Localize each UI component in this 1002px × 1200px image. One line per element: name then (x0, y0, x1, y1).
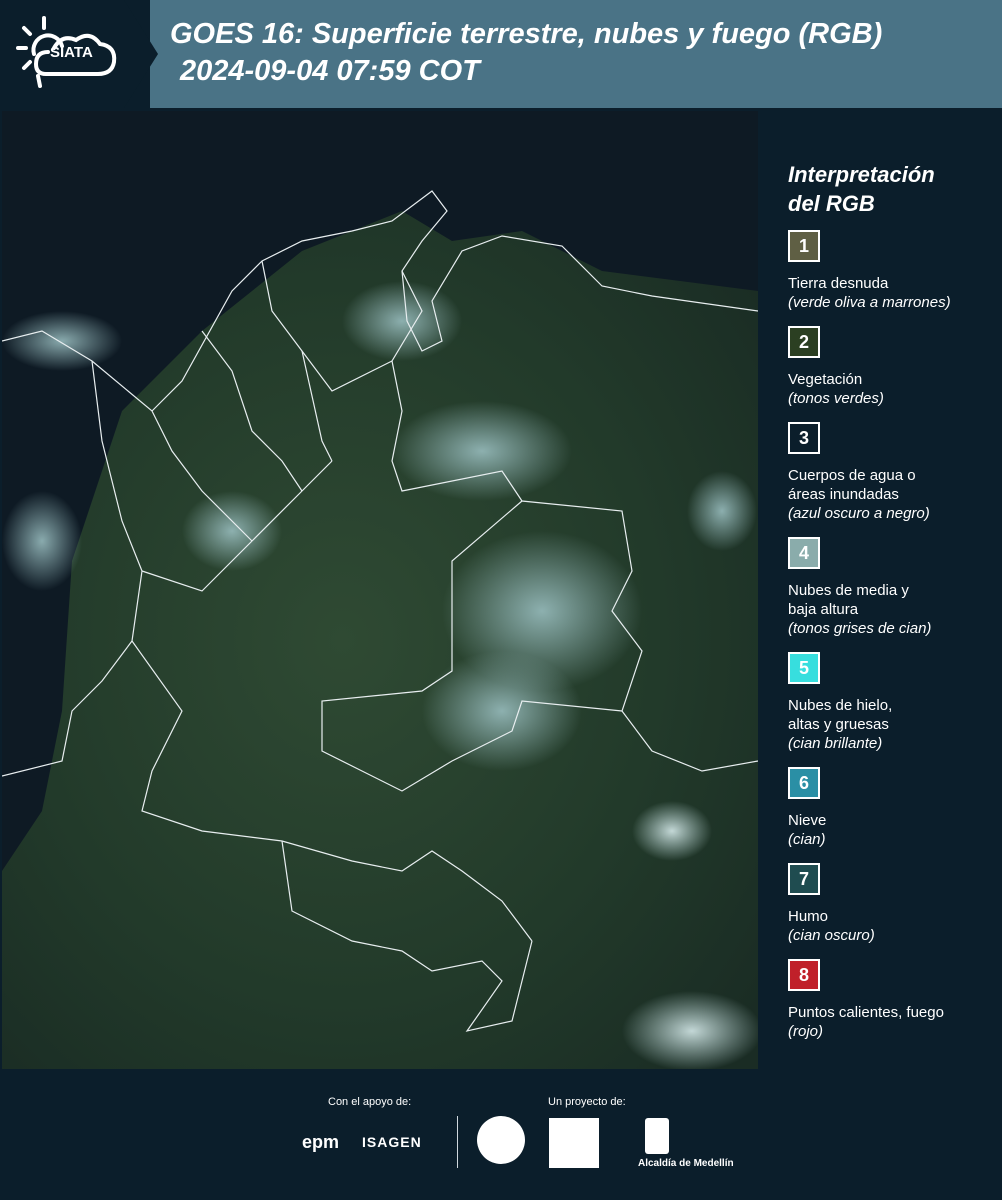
legend-label: Cuerpos de agua o (788, 467, 916, 484)
legend-label: Nubes de media y (788, 582, 909, 599)
legend-title: Interpretación del RGB (788, 160, 993, 218)
legend-item: 8 Puntos calientes, fuego (rojo) (788, 959, 993, 1041)
legend-label: Nieve (788, 812, 827, 829)
timestamp-text: 2024-09-04 07:59 COT (180, 55, 480, 87)
legend-swatch: 5 (788, 652, 820, 684)
legend-label-line2: baja altura (788, 601, 859, 618)
legend-description: (cian oscuro) (788, 927, 875, 944)
legend-description: (rojo) (788, 1023, 824, 1040)
legend-description: (tonos grises de cian) (788, 620, 932, 637)
logo-text: SIATA (50, 44, 93, 61)
legend-item: 5 Nubes de hielo, altas y gruesas (cian bri… (788, 652, 993, 753)
header-chevron (124, 0, 158, 108)
header-bar: SIATA GOES 16: Superficie terrestre, nub… (0, 0, 1002, 108)
legend-label-line2: áreas inundadas (788, 486, 899, 503)
isagen-logo: ISAGEN (362, 1134, 422, 1150)
map-svg (2, 111, 758, 1069)
legend-description: (verde oliva a marrones) (788, 294, 951, 311)
footer-divider (457, 1116, 458, 1168)
support-label: Con el apoyo de: (328, 1096, 412, 1108)
legend-swatch: 6 (788, 767, 820, 799)
page-title: GOES 16: Superficie terrestre, nubes y f… (170, 16, 882, 90)
legend-panel: Interpretación del RGB 1 Tierra desnuda (v… (788, 160, 993, 1055)
legend-swatch: 1 (788, 230, 820, 262)
legend-swatch: 4 (788, 537, 820, 569)
legend-description: (cian brillante) (788, 735, 883, 752)
legend-label: Humo (788, 908, 829, 925)
legend-description: (tonos verdes) (788, 390, 884, 407)
project-label: Un proyecto de: (548, 1096, 626, 1108)
legend-item: 4 Nubes de media y baja altura (tonos grise… (788, 537, 993, 638)
satellite-map[interactable] (2, 111, 760, 1069)
epm-logo: epm (302, 1132, 340, 1152)
legend-items: 1 Tierra desnuda (verde oliva a marrones) 2… (788, 230, 993, 1041)
legend-title-line1: Interpretación (788, 162, 935, 187)
legend-label: Tierra desnuda (788, 275, 889, 292)
legend-item: 3 Cuerpos de agua o áreas inundadas (azul o… (788, 422, 993, 523)
legend-swatch: 2 (788, 326, 820, 358)
legend-swatch: 8 (788, 959, 820, 991)
medellin-seal-icon (477, 1116, 525, 1164)
alcaldia-shield-icon (645, 1118, 669, 1154)
legend-description: (cian) (788, 831, 826, 848)
legend-swatch: 3 (788, 422, 820, 454)
legend-label: Nubes de hielo, (788, 697, 893, 714)
title-text: GOES 16: Superficie terrestre, nubes y f… (170, 18, 883, 50)
alcaldia-label: Alcaldía de Medellín (638, 1158, 734, 1169)
legend-label: Puntos calientes, fuego (788, 1004, 944, 1021)
legend-label: Vegetación (788, 371, 863, 388)
legend-label-line2: altas y gruesas (788, 716, 889, 733)
legend-item: 6 Nieve (cian) (788, 767, 993, 849)
legend-item: 7 Humo (cian oscuro) (788, 863, 993, 945)
area-metropolitana-logo-icon (549, 1118, 599, 1168)
footer: Con el apoyo de: Un proyecto de: epm ISA… (0, 1070, 1002, 1200)
legend-title-line2: del RGB (788, 191, 875, 216)
legend-item: 1 Tierra desnuda (verde oliva a marrones) (788, 230, 993, 312)
legend-item: 2 Vegetación (tonos verdes) (788, 326, 993, 408)
legend-swatch: 7 (788, 863, 820, 895)
legend-description: (azul oscuro a negro) (788, 505, 930, 522)
